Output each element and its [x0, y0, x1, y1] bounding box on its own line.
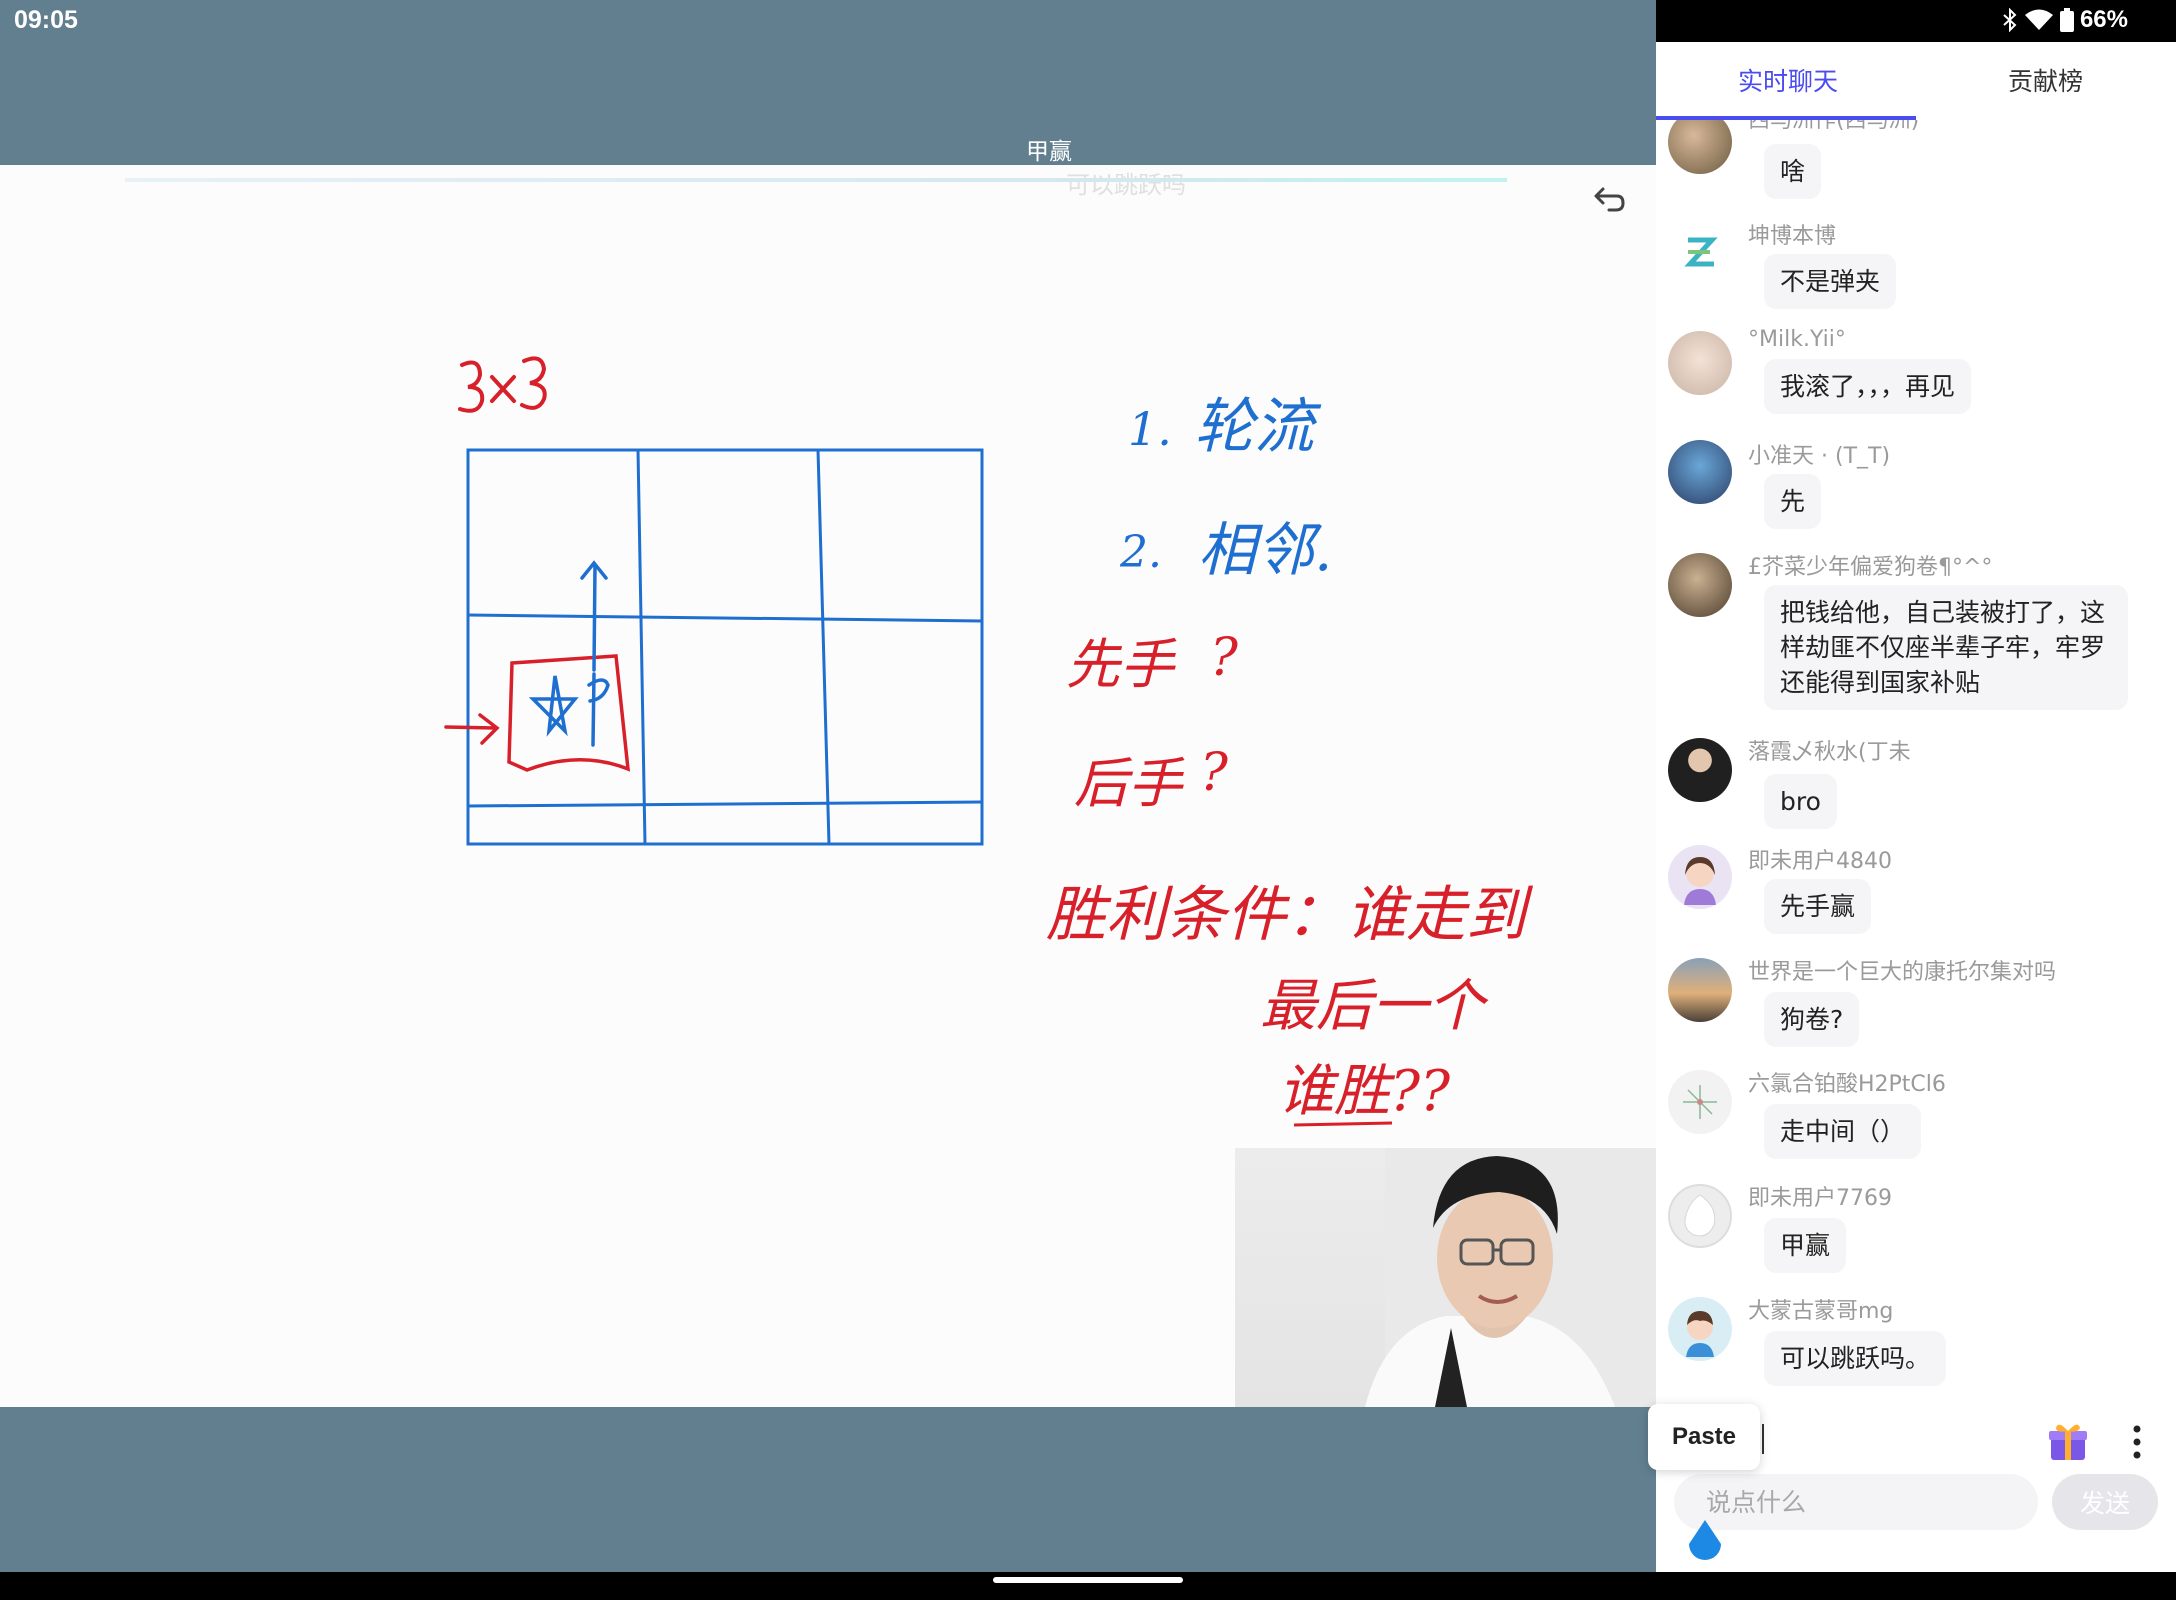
- chat-bubble: 甲赢: [1764, 1218, 1847, 1273]
- tab-live-chat[interactable]: 实时聊天: [1738, 62, 1838, 98]
- paste-popup[interactable]: Paste: [1648, 1404, 1760, 1470]
- svg-text:?: ?: [1200, 743, 1229, 803]
- tab-contribution-rank[interactable]: 贡献榜: [2008, 62, 2083, 98]
- svg-text:相邻.: 相邻.: [1198, 516, 1332, 584]
- undo-button[interactable]: [1586, 179, 1630, 223]
- chemistry-structure-icon: [1683, 1085, 1717, 1119]
- chat-bubble: 把钱给他，自己装被打了，这样劫匪不仅座半辈子牢，牢罗还能得到国家补贴: [1764, 585, 2128, 710]
- bluetooth-icon: [2003, 8, 2017, 32]
- egg-shape-icon: [1684, 1194, 1716, 1237]
- user-avatar[interactable]: [1668, 1297, 1732, 1361]
- user-avatar[interactable]: [1668, 220, 1732, 284]
- user-avatar[interactable]: [1668, 440, 1732, 504]
- live-stream-area: 09:05 甲赢 1. 轮流 2. 相邻. 先手 ? 后手 ? 胜利条件：谁走到…: [0, 0, 1656, 1572]
- svg-text:后手: 后手: [1074, 752, 1185, 815]
- chat-username[interactable]: 大蒙古蒙哥mg: [1748, 1293, 1893, 1325]
- text-caret: [1762, 1424, 1764, 1454]
- chat-bubble: 不是弹夹: [1764, 254, 1897, 309]
- chat-username[interactable]: 即未用户4840: [1748, 843, 1892, 875]
- svg-text:2.: 2.: [1119, 527, 1162, 578]
- chat-bubble: 先手赢: [1764, 879, 1872, 934]
- user-avatar[interactable]: [1668, 738, 1732, 802]
- navigation-bar: [0, 1572, 2176, 1600]
- chat-username[interactable]: °Milk.Yii°: [1748, 327, 1846, 352]
- send-button[interactable]: 发送: [2052, 1474, 2158, 1530]
- chat-username[interactable]: 小准天 · (T_T): [1748, 438, 1890, 470]
- status-bar: 66%: [1656, 0, 2176, 42]
- chat-bubble: 狗卷?: [1764, 992, 1860, 1047]
- svg-text:先手: 先手: [1066, 633, 1177, 696]
- user-avatar[interactable]: [1668, 331, 1732, 395]
- cartoon-girl-icon: [1684, 857, 1716, 905]
- whiteboard: 1. 轮流 2. 相邻. 先手 ? 后手 ? 胜利条件：谁走到 最后一个 谁胜?…: [0, 165, 1656, 1407]
- chat-username[interactable]: 落霞乄秋水(丁未: [1748, 734, 1911, 766]
- svg-text:胜利条件：谁走到: 胜利条件：谁走到: [1046, 880, 1534, 950]
- rules-text: 1. 轮流 2. 相邻.: [1119, 392, 1332, 584]
- chat-bubble: 可以跳跃吗。: [1764, 1331, 1947, 1386]
- notes-text: 先手 ? 后手 ? 胜利条件：谁走到 最后一个 谁胜??: [1046, 628, 1534, 1124]
- text-selection-handle[interactable]: [1684, 1518, 1726, 1564]
- star-mark: [528, 560, 610, 747]
- battery-icon: [2059, 8, 2074, 32]
- wifi-icon: [2024, 9, 2053, 30]
- gift-box-icon: [2049, 1424, 2087, 1460]
- danmaku-ghost-message: 可以跳跃吗: [1066, 171, 1186, 199]
- chat-list[interactable]: 西马洲作(西马洲) 啥 坤博本博 不是弹夹 °Milk.Yii° 我滚了，，，再…: [1656, 108, 2176, 1410]
- user-avatar[interactable]: [1668, 1184, 1732, 1248]
- streamer-figure: [1365, 1148, 1656, 1407]
- chat-bubble: bro: [1764, 774, 1837, 829]
- progress-line: [125, 178, 1507, 182]
- battery-percent: 66%: [2079, 6, 2128, 33]
- chat-bubble: 啥: [1764, 144, 1822, 199]
- chat-panel: 66% 实时聊天 贡献榜 西马洲作(西马洲) 啥 坤博本博 不是弹夹 °Milk…: [1656, 0, 2176, 1572]
- svg-text:?: ?: [1210, 628, 1239, 688]
- cartoon-boy-icon: [1686, 1311, 1714, 1357]
- svg-text:轮流: 轮流: [1194, 392, 1322, 462]
- danmaku-message: 甲赢: [1026, 139, 1072, 165]
- svg-text:最后一个: 最后一个: [1260, 974, 1489, 1039]
- user-avatar[interactable]: [1668, 553, 1732, 617]
- tab-indicator: [1656, 116, 1916, 120]
- svg-text:1.: 1.: [1128, 402, 1172, 456]
- more-options-button[interactable]: [2122, 1422, 2152, 1462]
- notes-underline: [1293, 1121, 1393, 1127]
- chat-bubble: 先: [1764, 474, 1822, 529]
- tic-tac-toe-grid: [466, 448, 984, 846]
- chat-input[interactable]: [1674, 1474, 2038, 1530]
- home-gesture-pill[interactable]: [993, 1577, 1183, 1583]
- status-icons: 66%: [2002, 6, 2128, 34]
- user-avatar[interactable]: [1668, 845, 1732, 909]
- svg-text:谁胜??: 谁胜??: [1278, 1059, 1451, 1124]
- undo-icon: [1594, 187, 1625, 212]
- label-3x3: [458, 356, 547, 413]
- vertical-dots-icon: [2133, 1425, 2141, 1459]
- webcam-video: [1235, 1148, 1656, 1407]
- chat-username[interactable]: £芥菜少年偏爱狗卷¶°^°: [1748, 549, 1992, 581]
- z-logo-icon: [1684, 237, 1718, 267]
- chat-bubble: 走中间（）: [1764, 1104, 1922, 1159]
- user-avatar[interactable]: [1668, 1070, 1732, 1134]
- chat-username[interactable]: 坤博本博: [1748, 218, 1836, 250]
- marked-cell: [444, 654, 631, 772]
- chat-bubble: 我滚了，，，再见: [1764, 359, 1972, 414]
- user-avatar[interactable]: [1668, 958, 1732, 1022]
- panel-tabs: 实时聊天 贡献榜: [1656, 42, 2176, 120]
- status-time: 09:05: [14, 6, 78, 34]
- drop-handle-icon: [1689, 1520, 1721, 1560]
- gift-button[interactable]: [2046, 1420, 2090, 1464]
- chat-username[interactable]: 即未用户7769: [1748, 1180, 1892, 1212]
- chat-username[interactable]: 世界是一个巨大的康托尔集对吗: [1748, 954, 2056, 986]
- chat-username[interactable]: 六氯合铂酸H2PtCl6: [1748, 1066, 1946, 1098]
